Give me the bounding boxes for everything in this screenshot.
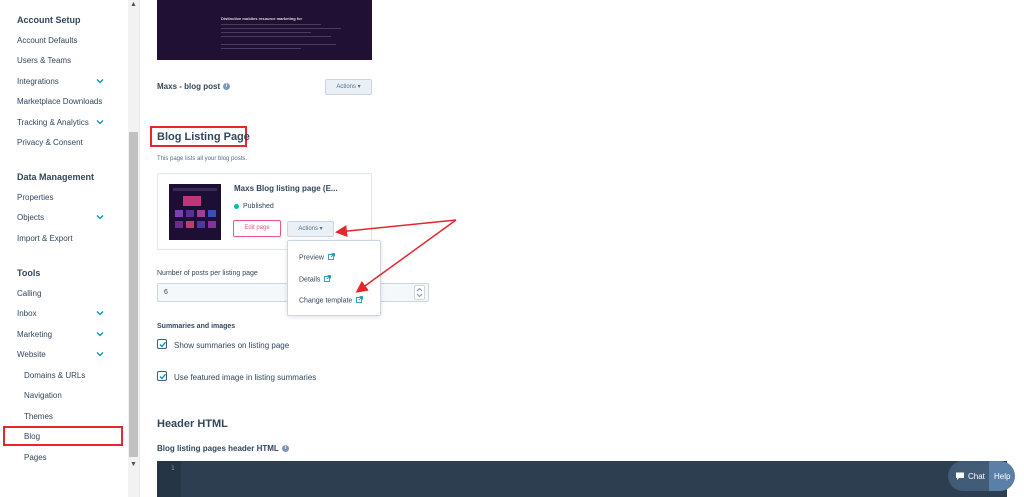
chat-button[interactable]: Chat [948,461,990,491]
menu-item-details[interactable]: Details [299,275,332,284]
scroll-up-icon[interactable]: ▲ [129,0,138,10]
blog-listing-page-title: Blog Listing Page [157,131,250,143]
show-summaries-label[interactable]: Show summaries on listing page [174,341,289,350]
posts-per-page-label: Number of posts per listing page [157,270,258,277]
listing-page-thumbnail[interactable] [169,184,221,240]
external-link-icon [356,296,364,305]
actions-dropdown-menu: Preview Details Change template [287,240,381,316]
blog-post-template-preview[interactable]: Distinctive mobiles resource marketing f… [157,0,372,60]
sidebar-scrollbar-thumb[interactable] [129,132,138,457]
header-html-title: Header HTML [157,418,228,430]
sidebar-item-privacy-consent[interactable]: Privacy & Consent [17,138,83,147]
sidebar-item-pages[interactable]: Pages [24,453,47,462]
chevron-down-icon[interactable] [96,77,104,85]
number-stepper-icon[interactable] [414,285,425,300]
hero-preview-title: Distinctive mobiles resource marketing f… [221,16,303,21]
sidebar-item-users-teams[interactable]: Users & Teams [17,56,71,65]
show-summaries-checkbox[interactable] [157,339,167,349]
info-icon[interactable]: i [281,445,289,453]
sidebar-item-objects[interactable]: Objects [17,213,44,222]
info-icon[interactable]: i [223,83,231,91]
chevron-down-icon[interactable] [96,350,104,358]
checkmark-icon [159,373,166,380]
post-template-label: Maxs - blog post i [157,82,231,91]
featured-image-checkbox[interactable] [157,371,167,381]
listing-page-status: Published [243,203,274,210]
settings-sidebar: ▲ ▼ Account Setup Account Defaults Users… [0,0,140,497]
sidebar-item-marketplace-downloads[interactable]: Marketplace Downloads [17,97,102,106]
published-status-dot [234,204,239,209]
editor-line-number: 1 [171,465,175,472]
external-link-icon [324,275,332,284]
sidebar-item-properties[interactable]: Properties [17,193,53,202]
help-button[interactable]: Help [989,461,1015,491]
header-html-code-editor[interactable]: 1 [157,461,1007,497]
checkmark-icon [159,341,166,348]
listing-actions-button[interactable]: Actions ▾ [287,221,334,237]
menu-item-preview[interactable]: Preview [299,253,335,262]
featured-image-label[interactable]: Use featured image in listing summaries [174,373,316,382]
sidebar-item-inbox[interactable]: Inbox [17,309,37,318]
edit-page-button[interactable]: Edit page [233,220,281,237]
blog-highlight-annotation [3,426,123,446]
sidebar-item-integrations[interactable]: Integrations [17,77,59,86]
chat-bubble-icon [956,472,964,480]
chevron-down-icon[interactable] [96,118,104,126]
header-html-field-label: Blog listing pages header HTML i [157,444,289,453]
chevron-down-icon[interactable] [96,309,104,317]
sidebar-heading-tools: Tools [17,268,41,278]
listing-page-card-title[interactable]: Maxs Blog listing page (E... [234,184,338,193]
sidebar-item-domains-urls[interactable]: Domains & URLs [24,371,85,380]
sidebar-item-calling[interactable]: Calling [17,289,41,298]
sidebar-item-themes[interactable]: Themes [24,412,53,421]
sidebar-item-account-defaults[interactable]: Account Defaults [17,36,77,45]
scroll-down-icon[interactable]: ▼ [129,460,138,470]
post-template-actions-button[interactable]: Actions ▾ [325,79,372,95]
menu-item-change-template[interactable]: Change template [299,296,364,305]
editor-gutter [157,461,181,497]
sidebar-item-website[interactable]: Website [17,350,46,359]
sidebar-item-tracking-analytics[interactable]: Tracking & Analytics [17,118,89,127]
sidebar-item-import-export[interactable]: Import & Export [17,234,73,243]
sidebar-item-navigation[interactable]: Navigation [24,391,62,400]
summaries-heading: Summaries and images [157,323,236,330]
chevron-down-icon[interactable] [96,330,104,338]
annotation-arrows [335,219,457,293]
chevron-down-icon[interactable] [96,213,104,221]
sidebar-heading-account-setup: Account Setup [17,15,81,25]
sidebar-item-marketing[interactable]: Marketing [17,330,52,339]
external-link-icon [327,253,335,262]
blog-listing-description: This page lists all your blog posts. [157,156,248,162]
sidebar-heading-data-management: Data Management [17,172,95,182]
